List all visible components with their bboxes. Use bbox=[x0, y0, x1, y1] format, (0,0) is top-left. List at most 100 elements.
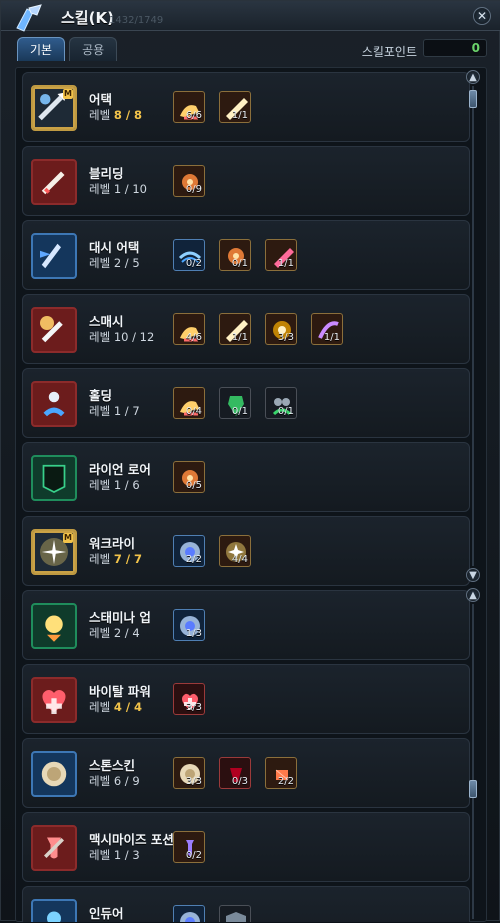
lion-roar-icon bbox=[31, 455, 77, 501]
skill-level-value: 2 / 4 bbox=[113, 626, 140, 640]
title-bar: 스킬(K) 1432/1749 ✕ bbox=[1, 1, 500, 33]
perk-count: 3/3 bbox=[185, 702, 202, 713]
perk-count: 0/1 bbox=[231, 406, 248, 417]
perk-slot[interactable]: 3/3 bbox=[265, 313, 297, 345]
skill-level-value: 1 / 7 bbox=[113, 404, 140, 418]
tab-common[interactable]: 공용 bbox=[69, 37, 118, 61]
perk-count: 0/1 bbox=[231, 258, 248, 269]
skill-level-prefix: 레벨 bbox=[89, 700, 114, 714]
skill-level: 레벨 1 / 3 bbox=[89, 847, 140, 863]
war-cry-icon: M bbox=[31, 529, 77, 575]
potion-icon bbox=[31, 825, 77, 871]
skill-book-icon bbox=[11, 3, 47, 33]
perk-count: 1/1 bbox=[323, 332, 340, 343]
skill-list[interactable]: M 어택 레벨 8 / 8 6/6 1/1 블리딩 레벨 1 / 10 0/9 대시 어택 레벨 … bbox=[22, 72, 470, 922]
skill-row[interactable]: 스태미나 업 레벨 2 / 4 1/3 bbox=[22, 590, 470, 660]
scrollbar[interactable]: ▲ ▼ ▲ bbox=[466, 68, 480, 923]
perk-count: 1/1 bbox=[231, 332, 248, 343]
perk-slot[interactable]: 0/1 bbox=[219, 239, 251, 271]
perk-slot[interactable]: 3/3 bbox=[173, 683, 205, 715]
perk-count: 0/2 bbox=[185, 258, 202, 269]
skill-name: 라이언 로어 bbox=[89, 462, 151, 477]
skill-level-prefix: 레벨 bbox=[89, 626, 114, 640]
skill-level-prefix: 레벨 bbox=[89, 256, 114, 270]
perk-slot[interactable]: 1/3 bbox=[173, 609, 205, 641]
perk-slot[interactable]: 1/1 bbox=[219, 313, 251, 345]
scroll-down-button[interactable]: ▼ bbox=[466, 568, 480, 582]
window-overlay-text: 1432/1749 bbox=[109, 15, 164, 26]
perk-slot[interactable]: 0/4 bbox=[173, 387, 205, 419]
window-title: 스킬(K) bbox=[61, 9, 114, 27]
perk-slot[interactable] bbox=[173, 905, 205, 922]
chevron-up-icon: ▲ bbox=[469, 71, 477, 83]
perk-slot[interactable]: 0/9 bbox=[173, 165, 205, 197]
perk-list: 0/4 0/1 0/1 bbox=[173, 387, 297, 419]
skill-level-value: 2 / 5 bbox=[113, 256, 140, 270]
perk-slot[interactable]: 4/4 bbox=[219, 535, 251, 567]
skill-row[interactable]: 홀딩 레벨 1 / 7 0/4 0/1 0/1 bbox=[22, 368, 470, 438]
perk-slot[interactable]: 6/6 bbox=[173, 91, 205, 123]
perk-count: 0/1 bbox=[277, 406, 294, 417]
perk-list: 3/3 bbox=[173, 683, 205, 715]
perk-slot[interactable]: 0/2 bbox=[173, 239, 205, 271]
perk-slot[interactable]: 0/1 bbox=[265, 387, 297, 419]
perk-slot[interactable]: 2/2 bbox=[173, 535, 205, 567]
skill-level-prefix: 레벨 bbox=[89, 774, 114, 788]
mastery-badge-icon: M bbox=[63, 533, 73, 543]
skill-row[interactable]: 라이언 로어 레벨 1 / 6 0/5 bbox=[22, 442, 470, 512]
skill-name: 스태미나 업 bbox=[89, 610, 151, 625]
skill-level: 레벨 8 / 8 bbox=[89, 107, 142, 123]
skill-row[interactable]: 스매시 레벨 10 / 12 4/6 1/1 3/3 1/1 bbox=[22, 294, 470, 364]
skill-row[interactable]: 맥시마이즈 포션 레벨 1 / 3 0/2 bbox=[22, 812, 470, 882]
skill-name: 홀딩 bbox=[89, 388, 113, 403]
chevron-up-icon: ▲ bbox=[469, 589, 477, 601]
perk-list: 0/2 0/1 1/1 bbox=[173, 239, 297, 271]
skill-row[interactable]: 바이탈 파워 레벨 4 / 4 3/3 bbox=[22, 664, 470, 734]
perk-count: 0/5 bbox=[185, 480, 202, 491]
skill-level-prefix: 레벨 bbox=[89, 404, 114, 418]
perk-slot[interactable]: 1/1 bbox=[265, 239, 297, 271]
perk-count: 2/2 bbox=[185, 554, 202, 565]
scroll-thumb-bottom[interactable] bbox=[469, 780, 477, 798]
perk-slot[interactable]: 0/5 bbox=[173, 461, 205, 493]
perk-slot[interactable]: 3/3 bbox=[173, 757, 205, 789]
tab-basic[interactable]: 기본 bbox=[17, 37, 66, 61]
skill-row[interactable]: 인듀어 bbox=[22, 886, 470, 922]
skill-level-prefix: 레벨 bbox=[89, 552, 114, 566]
perk-count: 0/9 bbox=[185, 184, 202, 195]
perk-slot[interactable]: 0/3 bbox=[219, 757, 251, 789]
perk-list: 3/3 0/3 2/2 bbox=[173, 757, 297, 789]
vital-power-icon bbox=[31, 677, 77, 723]
perk-list: 0/2 bbox=[173, 831, 205, 863]
skill-row[interactable]: 블리딩 레벨 1 / 10 0/9 bbox=[22, 146, 470, 216]
skill-row[interactable]: M 어택 레벨 8 / 8 6/6 1/1 bbox=[22, 72, 470, 142]
perk-slot[interactable] bbox=[219, 905, 251, 922]
perk-list: 0/5 bbox=[173, 461, 205, 493]
scroll-up-button[interactable]: ▲ bbox=[466, 70, 480, 84]
skill-name: 어택 bbox=[89, 92, 113, 107]
perk-count: 6/6 bbox=[185, 110, 202, 121]
skill-name: 스매시 bbox=[89, 314, 124, 329]
skill-level-value: 7 / 7 bbox=[113, 552, 143, 566]
perk-count: 2/2 bbox=[277, 776, 294, 787]
perk-slot[interactable]: 4/6 bbox=[173, 313, 205, 345]
tab-bar: 기본 공용 bbox=[17, 37, 118, 63]
close-button[interactable]: ✕ bbox=[473, 7, 491, 25]
perk-slot[interactable]: 1/1 bbox=[219, 91, 251, 123]
perk-slot[interactable]: 0/2 bbox=[173, 831, 205, 863]
scroll-up-button-2[interactable]: ▲ bbox=[466, 588, 480, 602]
perk-count: 1/3 bbox=[185, 628, 202, 639]
perk-slot[interactable]: 2/2 bbox=[265, 757, 297, 789]
scroll-thumb-top[interactable] bbox=[469, 90, 477, 108]
skill-points-label: 스킬포인트 bbox=[361, 45, 417, 59]
skill-row[interactable]: 스톤스킨 레벨 6 / 9 3/3 0/3 2/2 bbox=[22, 738, 470, 808]
skill-level-prefix: 레벨 bbox=[89, 478, 114, 492]
scroll-track-bottom bbox=[472, 604, 474, 919]
skill-level: 레벨 2 / 5 bbox=[89, 255, 140, 271]
perk-list: 1/3 bbox=[173, 609, 205, 641]
perk-slot[interactable]: 0/1 bbox=[219, 387, 251, 419]
skill-row[interactable]: M 워크라이 레벨 7 / 7 2/2 4/4 bbox=[22, 516, 470, 586]
skill-row[interactable]: 대시 어택 레벨 2 / 5 0/2 0/1 1/1 bbox=[22, 220, 470, 290]
perk-slot[interactable]: 1/1 bbox=[311, 313, 343, 345]
skill-level: 레벨 1 / 7 bbox=[89, 403, 140, 419]
